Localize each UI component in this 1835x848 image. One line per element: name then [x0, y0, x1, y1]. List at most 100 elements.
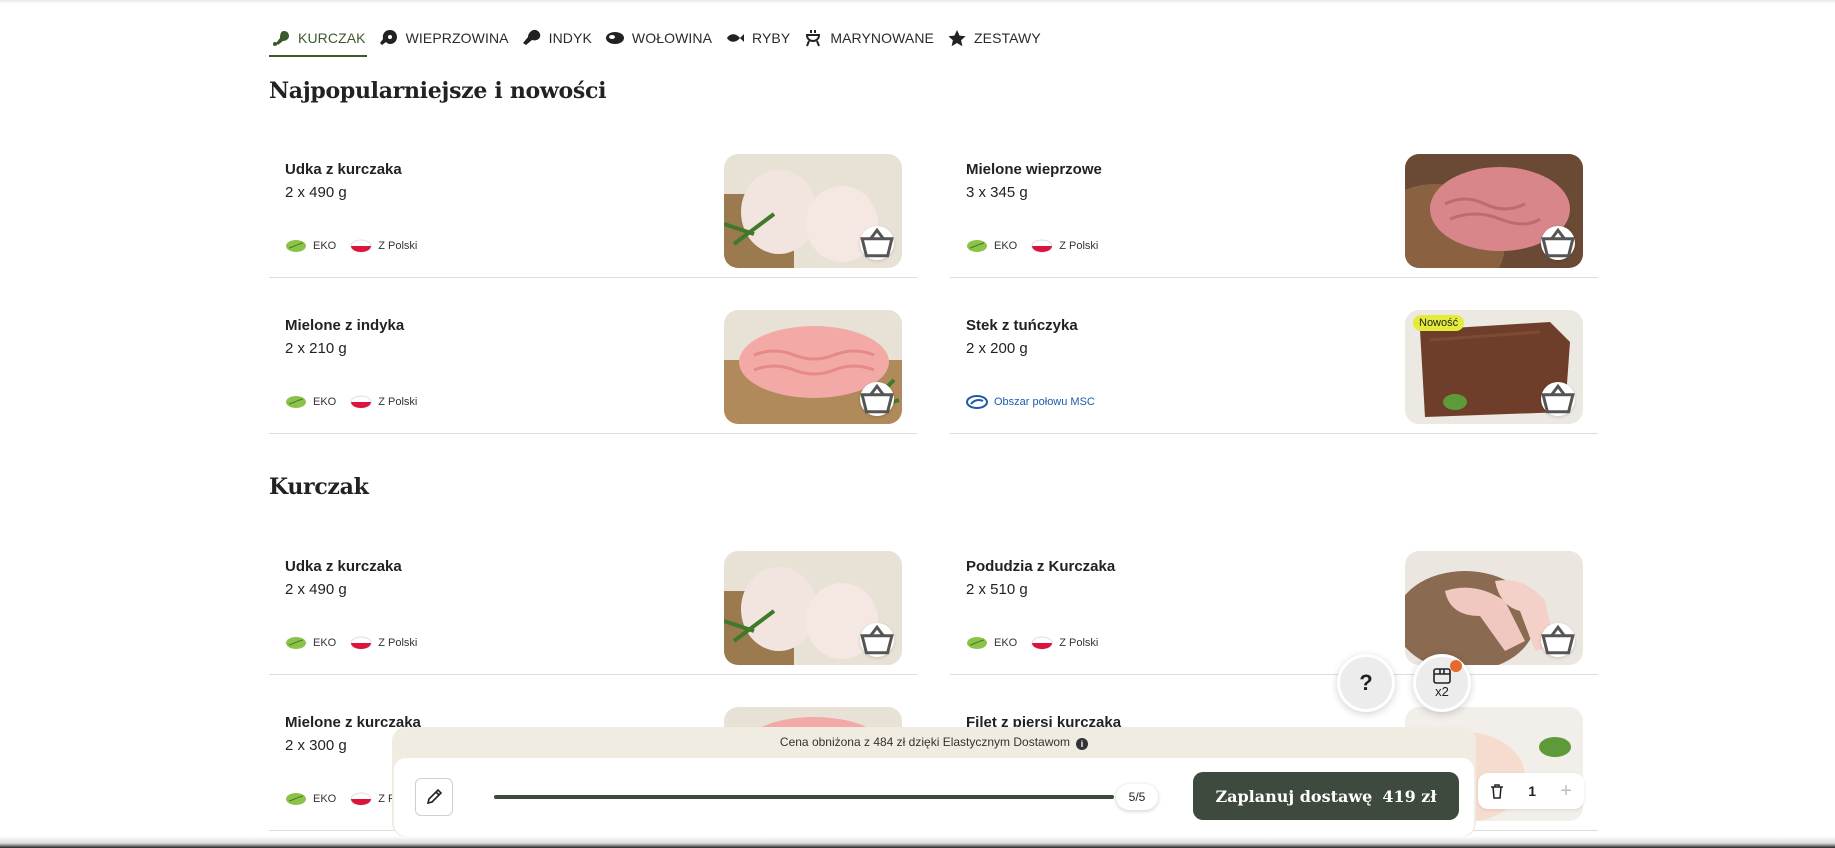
eko-leaf-icon	[967, 637, 987, 649]
product-name: Stek z tuńczyka	[966, 317, 1078, 334]
tab-wolowina[interactable]: WOŁOWINA	[603, 22, 723, 54]
product-image[interactable]	[724, 154, 902, 268]
edit-button[interactable]	[415, 778, 453, 816]
add-to-cart-button[interactable]	[860, 382, 894, 416]
add-to-cart-button[interactable]	[1541, 226, 1575, 260]
basket-icon	[1541, 227, 1575, 258]
product-tags: EKO Z Polski	[285, 395, 431, 409]
product-card[interactable]: Podudzia z Kurczaka 2 x 510 g EKO Z Pols…	[950, 535, 1598, 675]
add-to-cart-button[interactable]	[860, 623, 894, 657]
product-tags: Obszar połowu MSC	[966, 395, 1109, 409]
schedule-delivery-button[interactable]: Zaplanuj dostawę 419 zł	[1193, 772, 1459, 820]
product-image[interactable]	[724, 551, 902, 665]
product-name: Udka z kurczaka	[285, 161, 402, 178]
steak-icon	[605, 32, 624, 44]
tag-label: EKO	[313, 240, 337, 252]
ham-icon	[379, 30, 397, 45]
tab-label: WIEPRZOWINA	[405, 30, 509, 46]
section-title-kurczak: Kurczak	[269, 474, 369, 500]
tag-msc: Obszar połowu MSC	[966, 395, 1095, 409]
tab-ryby[interactable]: RYBY	[723, 22, 801, 54]
tag-eko: EKO	[285, 395, 336, 409]
tab-kurczak[interactable]: KURCZAK	[269, 22, 377, 57]
cta-label: Zaplanuj dostawę	[1215, 786, 1373, 806]
poland-flag-icon	[350, 792, 372, 806]
pencil-icon	[426, 788, 443, 805]
eko-leaf-icon	[286, 396, 306, 408]
tab-zestawy[interactable]: ZESTAWY	[945, 22, 1052, 54]
product-image[interactable]: Nowość	[1405, 310, 1583, 424]
info-icon[interactable]: i	[1076, 738, 1089, 750]
product-card[interactable]: Mielone z indyka 2 x 210 g EKO Z Polski	[269, 294, 917, 434]
new-badge: Nowość	[1413, 315, 1465, 331]
tag-label: EKO	[313, 637, 337, 649]
product-card[interactable]: Stek z tuńczyka 2 x 200 g Obszar połowu …	[950, 294, 1598, 434]
trash-icon[interactable]	[1490, 783, 1504, 799]
poland-flag-icon	[1031, 636, 1053, 650]
product-tags: EKO Z Polski	[966, 239, 1112, 253]
product-weight: 2 x 490 g	[285, 581, 347, 598]
tag-label: EKO	[994, 637, 1018, 649]
product-card[interactable]: Udka z kurczaka 2 x 490 g EKO Z Polski	[269, 535, 917, 675]
product-image[interactable]	[1405, 551, 1583, 665]
msc-fish-icon	[966, 395, 988, 409]
add-to-cart-button[interactable]	[1541, 382, 1575, 416]
box-button[interactable]: x2	[1413, 654, 1471, 712]
eko-leaf-icon	[286, 637, 306, 649]
basket-icon	[860, 624, 894, 655]
turkey-leg-icon	[522, 29, 540, 45]
add-to-cart-button[interactable]	[1541, 623, 1575, 657]
tab-marynowane[interactable]: MARYNOWANE	[801, 22, 945, 54]
product-name: Udka z kurczaka	[285, 558, 402, 575]
product-name: Mielone z indyka	[285, 317, 405, 334]
tag-label: Obszar połowu MSC	[994, 396, 1095, 408]
discount-note: Cena obniżona z 484 zł dzięki Elastyczny…	[392, 735, 1476, 750]
product-name: Mielone wieprzowe	[966, 161, 1102, 178]
grill-icon	[806, 30, 821, 47]
product-weight: 2 x 510 g	[966, 581, 1028, 598]
tag-label: EKO	[994, 240, 1018, 252]
basket-icon	[1541, 383, 1575, 414]
basket-icon	[860, 227, 894, 258]
product-image[interactable]	[724, 310, 902, 424]
tab-indyk[interactable]: INDYK	[520, 22, 603, 54]
product-card[interactable]: Mielone wieprzowe 3 x 345 g EKO Z Polski	[950, 138, 1598, 278]
product-tags: EKO Z Polski	[285, 239, 431, 253]
eko-leaf-icon	[286, 240, 306, 252]
product-name: Podudzia z Kurczaka	[966, 558, 1116, 575]
tag-eko: EKO	[966, 636, 1017, 650]
tab-wieprzowina[interactable]: WIEPRZOWINA	[377, 22, 520, 54]
tag-eko: EKO	[285, 636, 336, 650]
product-image[interactable]	[1405, 154, 1583, 268]
quantity-stepper[interactable]: 1 +	[1478, 773, 1584, 809]
top-edge	[0, 0, 1835, 4]
product-weight: 2 x 210 g	[285, 340, 347, 357]
tab-label: INDYK	[548, 30, 592, 46]
tag-poland: Z Polski	[1031, 239, 1098, 253]
tag-label: Z Polski	[1059, 240, 1099, 252]
increase-button[interactable]: +	[1560, 780, 1572, 803]
checkout-panel: 5/5 Zaplanuj dostawę 419 zł	[394, 758, 1474, 836]
tab-label: WOŁOWINA	[631, 30, 713, 46]
product-weight: 2 x 300 g	[285, 737, 347, 754]
tag-label: Z Polski	[1059, 637, 1099, 649]
tag-eko: EKO	[285, 239, 336, 253]
notification-dot	[1450, 660, 1462, 672]
box-count: x2	[1435, 684, 1449, 699]
help-button[interactable]: ?	[1337, 654, 1395, 712]
product-card[interactable]: Udka z kurczaka 2 x 490 g EKO Z Polski	[269, 138, 917, 278]
tag-poland: Z Polski	[350, 239, 417, 253]
checkout-bar: Cena obniżona z 484 zł dzięki Elastyczny…	[392, 727, 1476, 837]
basket-icon	[1541, 624, 1575, 655]
tab-label: RYBY	[752, 30, 791, 46]
tag-label: Z Polski	[378, 396, 418, 408]
box-icon	[1433, 668, 1451, 684]
eko-leaf-icon	[967, 240, 987, 252]
basket-icon	[860, 383, 894, 414]
product-tags: EKO Z Polski	[285, 636, 431, 650]
poland-flag-icon	[350, 395, 372, 409]
tag-label: Z Polski	[378, 637, 418, 649]
tag-poland: Z Polski	[1031, 636, 1098, 650]
add-to-cart-button[interactable]	[860, 226, 894, 260]
tag-eko: EKO	[966, 239, 1017, 253]
